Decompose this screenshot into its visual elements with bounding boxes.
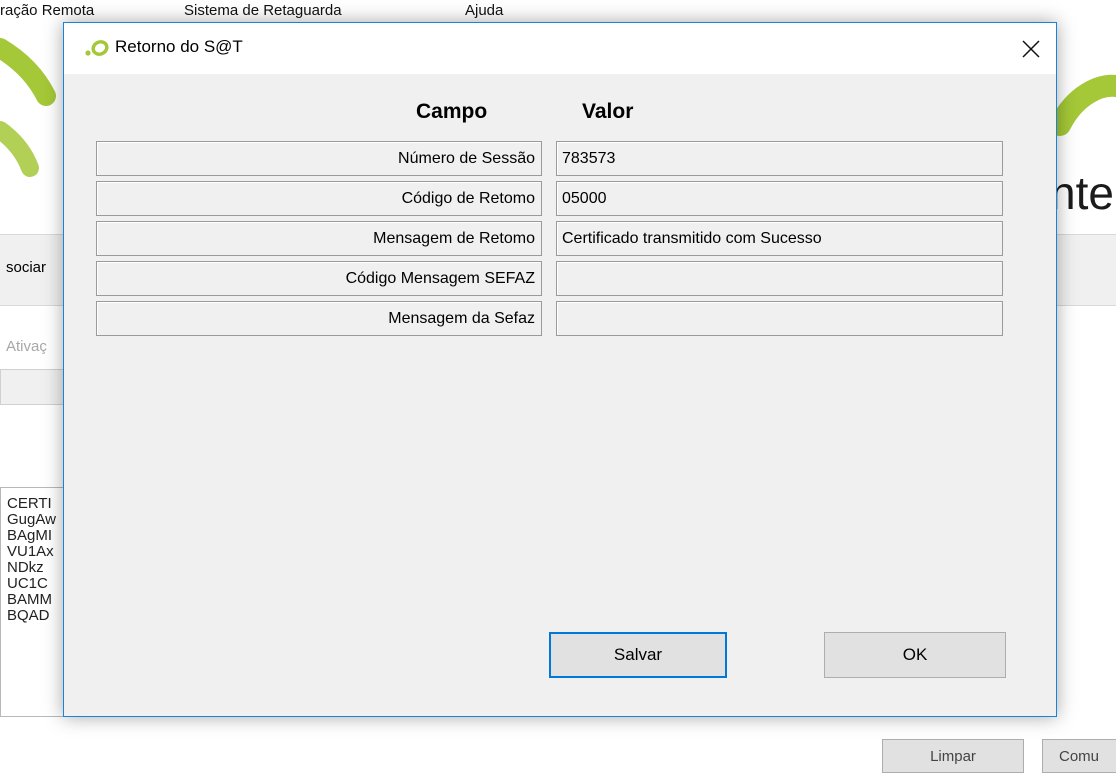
- field-label-return-message: Mensagem de Retomo: [96, 221, 542, 256]
- clear-button[interactable]: Limpar: [882, 739, 1024, 773]
- activation-field-label: Ativaç: [6, 338, 47, 355]
- certificate-line: CERTI: [7, 495, 52, 512]
- column-header-field: Campo: [416, 100, 488, 123]
- certificate-line: UC1C: [7, 575, 48, 592]
- field-value-sefaz-message: [556, 301, 1003, 336]
- certificate-line: VU1Ax: [7, 543, 54, 560]
- close-icon: [1022, 39, 1040, 58]
- field-label-sefaz-message-code: Código Mensagem SEFAZ: [96, 261, 542, 296]
- field-value-session-number: 783573: [556, 141, 1003, 176]
- certificate-line: BAgMI: [7, 527, 53, 544]
- save-button[interactable]: Salvar: [549, 632, 727, 678]
- certificate-line: BAMM: [7, 591, 52, 608]
- field-label-sefaz-message: Mensagem da Sefaz: [96, 301, 542, 336]
- sat-logo-icon: [84, 39, 110, 63]
- field-value-return-code: 05000: [556, 181, 1003, 216]
- field-value-return-message: Certificado transmitido com Sucesso: [556, 221, 1003, 256]
- certificate-line: NDkz: [7, 559, 44, 576]
- communicate-button[interactable]: Comu: [1042, 739, 1116, 773]
- brand-name-partial: nte: [1050, 167, 1114, 219]
- dialog-title: Retorno do S@T: [115, 37, 243, 56]
- column-header-value: Valor: [582, 100, 634, 123]
- field-value-sefaz-message-code: [556, 261, 1003, 296]
- certificate-line: GugAw: [7, 511, 56, 528]
- certificate-textarea[interactable]: CERTI GugAw BAgMI VU1Ax NDkz UC1C BAMM B…: [0, 487, 72, 717]
- field-label-session-number: Número de Sessão: [96, 141, 542, 176]
- activation-field-input[interactable]: [0, 369, 72, 405]
- close-button[interactable]: [1006, 23, 1056, 74]
- field-label-return-code: Código de Retomo: [96, 181, 542, 216]
- certificate-line: BQAD: [7, 607, 50, 624]
- dialog-titlebar[interactable]: Retorno do S@T: [64, 23, 1056, 74]
- sat-return-dialog: Retorno do S@T Campo Valor Número de Ses…: [63, 22, 1057, 717]
- tab-associar[interactable]: sociar: [6, 259, 46, 276]
- ok-button[interactable]: OK: [824, 632, 1006, 678]
